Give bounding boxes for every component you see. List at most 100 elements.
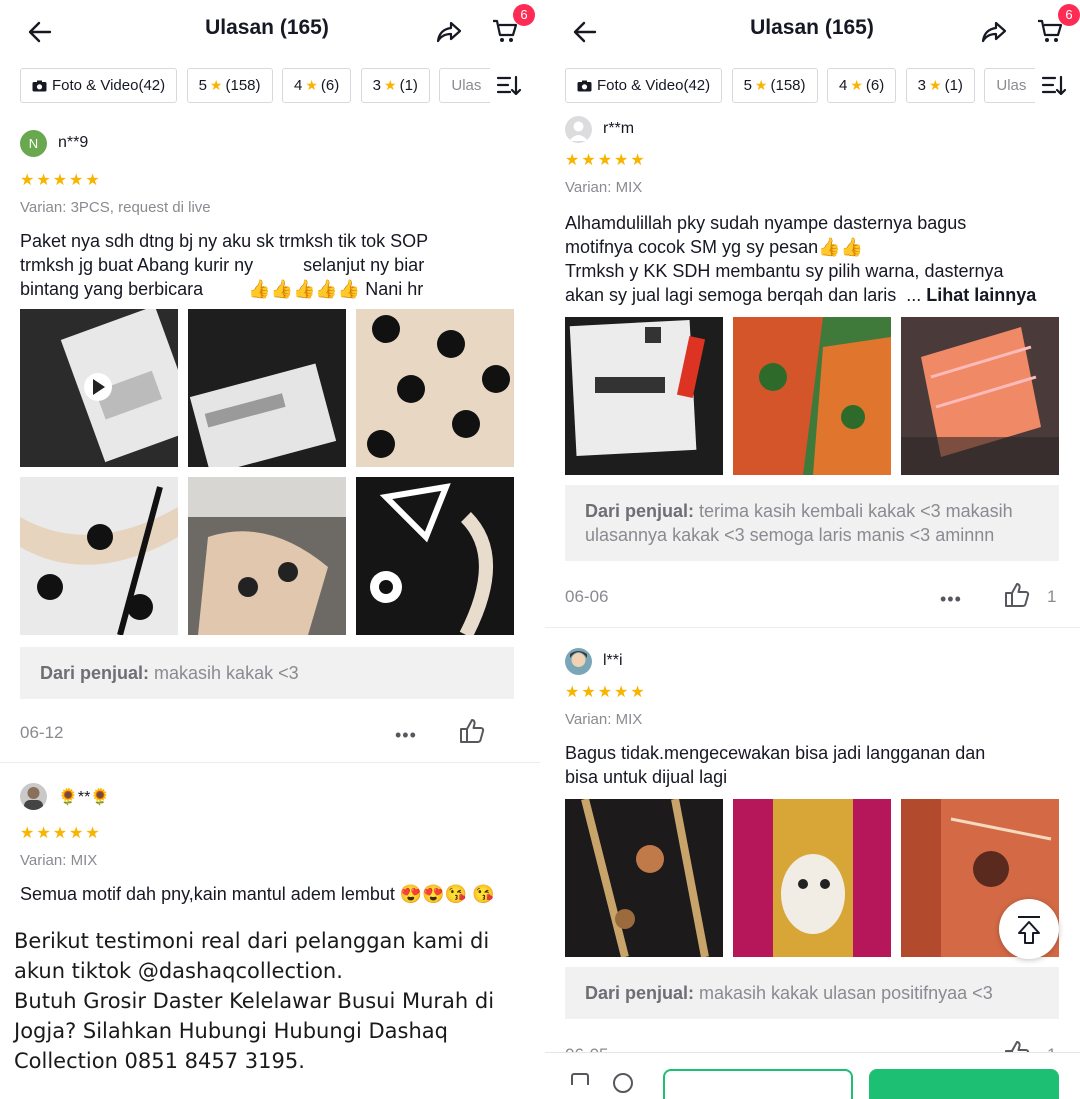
- caption-line: Collection 0851 8457 3195.: [14, 1049, 305, 1073]
- camera-icon: [577, 80, 592, 91]
- review-photos: [565, 799, 1059, 957]
- buy-now-button[interactable]: [869, 1069, 1059, 1099]
- divider: [0, 762, 540, 763]
- share-icon[interactable]: [979, 17, 1009, 47]
- star-icon: ★: [209, 77, 223, 93]
- review-card: 🌻**🌻 ★★★★★ Varian: MIX Semua motif dah p…: [20, 783, 514, 906]
- add-to-cart-button[interactable]: [663, 1069, 853, 1099]
- seller-reply-text: makasih kakak ulasan positifnyaa <3: [694, 983, 993, 1003]
- chip-count: (1): [944, 77, 963, 94]
- review-photo[interactable]: [188, 309, 346, 467]
- caption-line: Butuh Grosir Daster Kelelawar Busui Mura…: [14, 989, 495, 1013]
- chip-3-star[interactable]: 3 ★ (1): [905, 68, 975, 103]
- back-to-top-button[interactable]: [999, 899, 1059, 959]
- avatar-image: [570, 651, 587, 667]
- top-bar: Ulasan (165) 6: [545, 0, 1080, 62]
- chip-rating: 3: [372, 77, 382, 94]
- review-photo[interactable]: [188, 477, 346, 635]
- review-text: Bagus tidak.mengecewakan bisa jadi langg…: [565, 741, 1059, 789]
- divider: [545, 627, 1080, 628]
- star-rating: ★★★★★: [20, 172, 102, 189]
- package-photo: [189, 363, 337, 467]
- chip-count: (6): [320, 77, 340, 94]
- chip-4-star[interactable]: 4 ★ (6): [826, 68, 897, 103]
- avatar-letter: N: [28, 136, 39, 151]
- chip-5-star[interactable]: 5 ★ (158): [186, 68, 273, 103]
- review-line: Paket nya sdh dtng bj ny aku sk trmksh t…: [20, 231, 429, 251]
- chat-icon[interactable]: [613, 1073, 633, 1093]
- star-rating: ★★★★★: [20, 825, 102, 842]
- review-line: Bagus tidak.mengecewakan bisa jadi langg…: [565, 743, 986, 763]
- fabric-photo: [367, 315, 510, 458]
- review-card: N n**9 ★★★★★ Varian: 3PCS, request di li…: [20, 130, 514, 751]
- variant-label: Varian: MIX: [565, 711, 643, 728]
- avatar: [565, 116, 592, 143]
- avatar: [565, 648, 592, 675]
- review-line: trmksh jg buat Abang kurir ny selanjut n…: [20, 255, 425, 275]
- review-line: akan sy jual lagi semoga berqah dan lari…: [565, 283, 1059, 307]
- review-text: Semua motif dah pny,kain mantul adem lem…: [20, 884, 495, 904]
- chip-rating: 3: [917, 77, 927, 94]
- more-options-icon[interactable]: •••: [395, 725, 417, 746]
- review-line: Trmksh y KK SDH membantu sy pilih warna,…: [565, 261, 1004, 281]
- star-rating: ★★★★★: [565, 152, 647, 169]
- reviewer-name: r**m: [603, 120, 635, 137]
- review-date: 06-12: [20, 723, 64, 742]
- chip-count: (158): [770, 77, 806, 94]
- sort-icon[interactable]: [1041, 74, 1067, 98]
- seller-label: Dari penjual:: [585, 501, 695, 521]
- review-text: Alhamdulillah pky sudah nyampe dasternya…: [565, 211, 1059, 307]
- review-line: bintang yang berbicara 👍👍👍👍👍 Nani hr: [20, 279, 424, 299]
- review-line: bisa untuk dijual lagi: [565, 767, 728, 787]
- chip-count: (6): [865, 77, 885, 94]
- review-card: l**i ★★★★★ Varian: MIX Bagus tidak.menge…: [565, 648, 1059, 1073]
- fabric-photo: [773, 799, 853, 957]
- thumbs-up-icon[interactable]: [458, 717, 486, 745]
- chip-ulasan[interactable]: Ulas: [439, 68, 490, 103]
- fabric-photo: [733, 317, 891, 475]
- fabric-photo: [901, 327, 1059, 475]
- chip-label: Foto & Video(42): [52, 77, 166, 94]
- review-photo-video[interactable]: [20, 309, 178, 467]
- see-more-link[interactable]: Lihat lainnya: [926, 285, 1036, 305]
- promo-caption: Berikut testimoni real dari pelanggan ka…: [0, 920, 512, 1080]
- shop-icon[interactable]: [571, 1073, 589, 1085]
- review-photo[interactable]: [356, 309, 514, 467]
- thumbs-up-icon[interactable]: [1003, 581, 1031, 609]
- review-date: 06-06: [565, 587, 609, 606]
- seller-reply-text: makasih kakak <3: [149, 663, 299, 683]
- review-photo[interactable]: [356, 477, 514, 635]
- star-icon: ★: [754, 77, 768, 93]
- review-photo[interactable]: [733, 799, 891, 957]
- package-photo: [569, 319, 706, 457]
- chip-photo-video[interactable]: Foto & Video(42): [20, 68, 178, 103]
- fabric-photo: [20, 486, 178, 635]
- sort-icon[interactable]: [496, 74, 522, 98]
- cart-count-badge: 6: [1058, 4, 1080, 26]
- variant-label: Varian: MIX: [20, 852, 98, 869]
- caption-line: Berikut testimoni real dari pelanggan ka…: [14, 929, 490, 953]
- chip-label: Foto & Video(42): [597, 77, 711, 94]
- variant-label: Varian: 3PCS, request di live: [20, 199, 211, 216]
- share-icon[interactable]: [434, 17, 464, 47]
- camera-icon: [32, 80, 47, 91]
- like-count: 1: [1047, 587, 1057, 606]
- chip-3-star[interactable]: 3 ★ (1): [360, 68, 430, 103]
- chip-5-star[interactable]: 5 ★ (158): [731, 68, 818, 103]
- chip-4-star[interactable]: 4 ★ (6): [281, 68, 352, 103]
- review-photo[interactable]: [565, 799, 723, 957]
- filter-chips: Foto & Video(42) 5 ★ (158) 4 ★ (6) 3 ★ (1) Ula…: [565, 68, 1035, 104]
- seller-reply: Dari penjual: makasih kakak <3: [20, 647, 514, 699]
- bottom-action-bar: [545, 1052, 1080, 1099]
- seller-label: Dari penjual:: [585, 983, 695, 1003]
- fabric-photo: [370, 483, 493, 635]
- avatar: N: [20, 130, 47, 157]
- review-photo[interactable]: [20, 477, 178, 635]
- review-photo[interactable]: [901, 317, 1059, 475]
- more-options-icon[interactable]: •••: [940, 589, 962, 610]
- review-photo[interactable]: [733, 317, 891, 475]
- chip-photo-video[interactable]: Foto & Video(42): [565, 68, 723, 103]
- review-photo[interactable]: [565, 317, 723, 475]
- cart-count-badge: 6: [513, 4, 535, 26]
- chip-ulasan[interactable]: Ulas: [984, 68, 1035, 103]
